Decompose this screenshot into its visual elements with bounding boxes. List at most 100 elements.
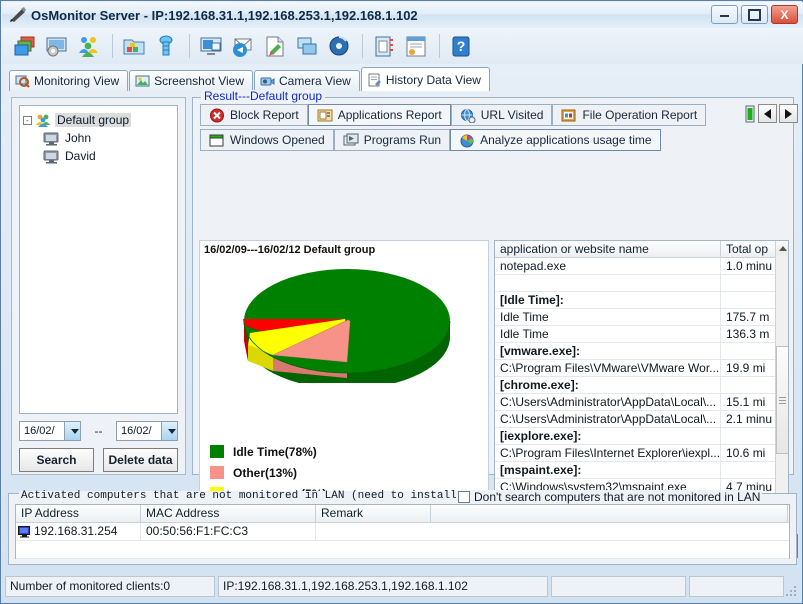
- tree-node-label: David: [65, 149, 96, 163]
- table-row[interactable]: [mspaint.exe]:: [495, 462, 776, 479]
- tab-file-operation-report[interactable]: File Operation Report: [552, 104, 707, 126]
- vertical-scrollbar[interactable]: [775, 241, 788, 508]
- window-title: OsMonitor Server - IP:192.168.31.1,192.1…: [31, 7, 418, 23]
- date-from-value: 16/02/: [24, 425, 55, 437]
- chevron-down-icon[interactable]: [64, 422, 80, 440]
- tab-screenshot-view[interactable]: Screenshot View: [129, 70, 253, 91]
- table-row[interactable]: C:\Users\Administrator\AppData\Local\...…: [495, 411, 776, 428]
- cell-application-name: [iexplore.exe]:: [495, 428, 721, 444]
- tab-history-data-view[interactable]: History Data View: [360, 67, 490, 91]
- user-list-icon[interactable]: [401, 31, 431, 61]
- tab-windows-opened[interactable]: Windows Opened: [200, 129, 334, 151]
- table-row[interactable]: [chrome.exe]:: [495, 377, 776, 394]
- resize-grip-icon[interactable]: [786, 586, 798, 598]
- date-from-picker[interactable]: 16/02/: [19, 421, 81, 441]
- tab-block-report[interactable]: Block Report: [200, 104, 308, 126]
- tab-camera-view[interactable]: Camera View: [254, 70, 360, 91]
- disk-icon[interactable]: [324, 31, 354, 61]
- cell-application-name: C:\Program Files\Internet Explorer\iexpl…: [495, 445, 721, 461]
- status-ip-addresses: IP:192.168.31.1,192.168.253.1,192.168.1.…: [218, 575, 548, 597]
- pie-chart: [238, 263, 456, 389]
- programs-icon: [343, 133, 359, 148]
- title-bar: OsMonitor Server - IP:192.168.31.1,192.1…: [2, 2, 803, 28]
- tab-scroll-left-button[interactable]: [758, 104, 777, 123]
- legend-label: Idle Time(78%): [233, 444, 317, 459]
- toolbar-separator: [189, 34, 190, 58]
- table-row[interactable]: C:\Program Files\Internet Explorer\iexpl…: [495, 445, 776, 462]
- cell-total-time: [721, 275, 776, 291]
- camera-icon: [260, 74, 275, 88]
- lan-search-checkbox-row[interactable]: Don't search computers that are not moni…: [456, 490, 763, 504]
- table-row[interactable]: Idle Time 175.7 m: [495, 309, 776, 326]
- tree-node-david[interactable]: David: [23, 147, 174, 165]
- cell-application-name: notepad.exe: [495, 258, 721, 274]
- cell-total-time: [721, 377, 776, 393]
- cell-application-name: C:\Users\Administrator\AppData\Local\...: [495, 394, 721, 410]
- column-header-remark[interactable]: Remark: [316, 505, 431, 522]
- left-arrow-icon: [764, 108, 771, 119]
- checkbox-label: Don't search computers that are not moni…: [474, 490, 761, 504]
- column-header-blank[interactable]: [431, 505, 788, 522]
- stack-windows-icon[interactable]: [10, 31, 40, 61]
- result-group-label: Result---Default group: [201, 90, 326, 102]
- expander-icon[interactable]: -: [23, 115, 32, 125]
- date-to-picker[interactable]: 16/02/: [116, 421, 178, 441]
- vertical-scroll-thumb[interactable]: [776, 346, 788, 454]
- folder-apps-icon[interactable]: [119, 31, 149, 61]
- group-tree[interactable]: - Default group John David: [19, 105, 178, 414]
- table-row[interactable]: [495, 275, 776, 292]
- help-icon[interactable]: ?: [446, 31, 476, 61]
- search-button[interactable]: Search: [19, 448, 94, 472]
- table-row[interactable]: [Idle Time]:: [495, 292, 776, 309]
- tab-analyze-applications-usage-time[interactable]: Analyze applications usage time: [450, 129, 661, 151]
- legend-label: Other(13%): [233, 465, 298, 480]
- computer-icon: [43, 149, 60, 164]
- tab-applications-report[interactable]: Applications Report: [307, 104, 451, 126]
- address-book-icon[interactable]: [369, 31, 399, 61]
- lan-table-header: IP Address MAC Address Remark: [16, 505, 789, 523]
- tab-overflow-icon: [744, 105, 756, 123]
- document-edit-icon[interactable]: [260, 31, 290, 61]
- tree-node-john[interactable]: John: [23, 129, 174, 147]
- column-header-total[interactable]: Total op: [721, 241, 776, 257]
- close-button[interactable]: X: [771, 5, 798, 24]
- copy-windows-icon[interactable]: [292, 31, 322, 61]
- legend-swatch: [210, 466, 224, 479]
- table-row[interactable]: [vmware.exe]:: [495, 343, 776, 360]
- column-header-application[interactable]: application or website name: [495, 241, 721, 257]
- table-row[interactable]: [iexplore.exe]:: [495, 428, 776, 445]
- tab-url-visited[interactable]: URL Visited: [450, 104, 553, 126]
- applications-icon: [317, 108, 333, 123]
- cell-application-name: [mspaint.exe]:: [495, 462, 721, 478]
- chevron-down-icon[interactable]: [161, 422, 177, 440]
- date-range-row: 16/02/ -- 16/02/: [19, 420, 178, 442]
- monitor-settings-icon[interactable]: [42, 31, 72, 61]
- table-row[interactable]: 192.168.31.254 00:50:56:F1:FC:C3: [16, 523, 789, 541]
- delete-data-button[interactable]: Delete data: [103, 448, 178, 472]
- table-row[interactable]: C:\Program Files\VMware\VMware Wor... 19.…: [495, 360, 776, 377]
- svg-text:?: ?: [457, 38, 466, 54]
- app-icon: [8, 6, 28, 24]
- table-row[interactable]: Idle Time 136.3 m: [495, 326, 776, 343]
- tab-label: Monitoring View: [34, 74, 120, 88]
- tab-scroll-right-button[interactable]: [779, 104, 798, 123]
- dont-search-checkbox[interactable]: [458, 491, 470, 503]
- table-row-empty[interactable]: [16, 541, 789, 559]
- group-users-icon[interactable]: [74, 31, 104, 61]
- key-icon[interactable]: [151, 31, 181, 61]
- minimize-button[interactable]: [711, 5, 738, 24]
- scroll-up-button[interactable]: [776, 241, 788, 255]
- group-icon: [35, 113, 52, 128]
- table-row[interactable]: notepad.exe 1.0 minu: [495, 258, 776, 275]
- tab-programs-run[interactable]: Programs Run: [333, 129, 451, 151]
- cell-application-name: C:\Program Files\VMware\VMware Wor...: [495, 360, 721, 376]
- maximize-button[interactable]: [741, 5, 768, 24]
- table-row[interactable]: C:\Users\Administrator\AppData\Local\...…: [495, 394, 776, 411]
- column-header-ip-address[interactable]: IP Address: [16, 505, 141, 522]
- cell-application-name: [chrome.exe]:: [495, 377, 721, 393]
- column-header-mac-address[interactable]: MAC Address: [141, 505, 316, 522]
- tab-monitoring-view[interactable]: Monitoring View: [9, 70, 129, 91]
- mail-reply-icon[interactable]: [228, 31, 258, 61]
- remote-desktop-icon[interactable]: [196, 31, 226, 61]
- tree-node-default-group[interactable]: - Default group: [23, 111, 174, 129]
